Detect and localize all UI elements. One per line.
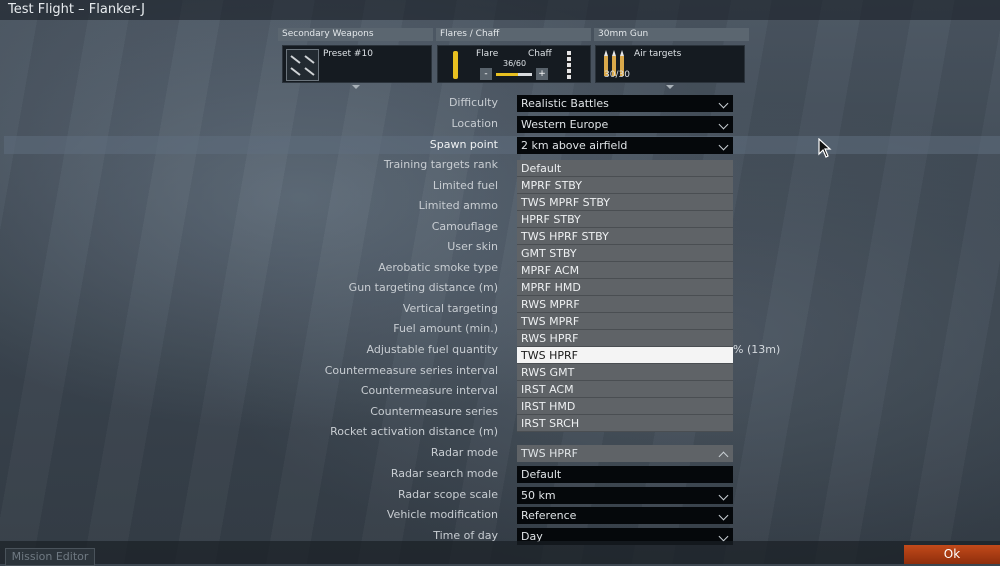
- chaff-label: Chaff: [528, 49, 552, 59]
- user-skin-label: User skin: [447, 240, 498, 253]
- dropdown-option[interactable]: MPRF STBY: [517, 177, 733, 194]
- flare-icon: [453, 51, 458, 79]
- location-value: Western Europe: [521, 118, 609, 131]
- gun-slot[interactable]: Air targets 30/30: [595, 45, 745, 83]
- dropdown-option[interactable]: Default: [517, 160, 733, 177]
- dropdown-option[interactable]: MPRF HMD: [517, 279, 733, 296]
- radar-mode-value: TWS HPRF: [521, 447, 578, 460]
- mission-editor-button[interactable]: Mission Editor: [5, 548, 95, 566]
- chevron-down-icon: [718, 531, 729, 542]
- mouse-cursor-icon: [818, 137, 832, 161]
- dropdown-option[interactable]: TWS HPRF STBY: [517, 228, 733, 245]
- gun-header: 30mm Gun: [594, 28, 749, 41]
- ratio-slider-fill: [496, 73, 518, 76]
- radar-search-mode-value: Default: [521, 468, 562, 481]
- vehicle-modification-label: Vehicle modification: [386, 508, 498, 521]
- dropdown-option[interactable]: RWS HPRF: [517, 330, 733, 347]
- radar-mode-dropdown: Default MPRF STBY TWS MPRF STBY HPRF STBY TW…: [517, 160, 733, 432]
- dropdown-option[interactable]: IRST ACM: [517, 381, 733, 398]
- chevron-down-icon: [718, 510, 729, 521]
- gun-ammo-type: Air targets: [634, 49, 682, 59]
- dropdown-option[interactable]: IRST SRCH: [517, 415, 733, 432]
- secondary-weapons-header: Secondary Weapons: [278, 28, 433, 41]
- difficulty-select[interactable]: Realistic Battles: [517, 95, 733, 112]
- aerobatic-smoke-type-label: Aerobatic smoke type: [378, 261, 498, 274]
- weapon-panels: Secondary Weapons Preset #10 Flares / Ch…: [278, 28, 749, 89]
- difficulty-value: Realistic Battles: [521, 97, 609, 110]
- countermeasure-series-interval-label: Countermeasure series interval: [324, 364, 498, 377]
- missile-icon: [286, 49, 319, 81]
- flare-label: Flare: [476, 49, 499, 59]
- countermeasure-interval-label: Countermeasure interval: [360, 384, 498, 397]
- location-label: Location: [451, 117, 498, 130]
- location-select[interactable]: Western Europe: [517, 116, 733, 133]
- secondary-weapons-slot[interactable]: Preset #10: [282, 45, 432, 83]
- dropdown-option[interactable]: TWS HPRF: [517, 347, 733, 364]
- bottom-bar: [0, 541, 1000, 564]
- radar-scope-scale-label: Radar scope scale: [398, 488, 498, 501]
- radar-mode-select[interactable]: TWS HPRF: [517, 445, 733, 462]
- ratio-slider[interactable]: [496, 73, 532, 76]
- chevron-down-icon: [718, 140, 729, 151]
- countermeasures-slot[interactable]: Flare Chaff 36/60 - +: [437, 45, 591, 83]
- chevron-up-icon: [718, 451, 729, 462]
- chevron-down-icon: [718, 98, 729, 109]
- limited-ammo-label: Limited ammo: [418, 199, 498, 212]
- ok-button[interactable]: Ok: [904, 545, 1000, 564]
- radar-mode-label: Radar mode: [430, 446, 498, 459]
- rocket-activation-distance-label: Rocket activation distance (m): [330, 425, 498, 438]
- chevron-down-icon: [718, 490, 729, 501]
- dropdown-option[interactable]: IRST HMD: [517, 398, 733, 415]
- adjustable-fuel-quantity-label: Adjustable fuel quantity: [366, 343, 498, 356]
- spawn-point-label: Spawn point: [429, 138, 498, 151]
- countermeasures-header: Flares / Chaff: [436, 28, 591, 41]
- gun-ammo-count: 30/30: [604, 70, 630, 80]
- fuel-amount-label: Fuel amount (min.): [393, 322, 498, 335]
- radar-scope-scale-value: 50 km: [521, 489, 556, 502]
- increase-button[interactable]: +: [536, 68, 548, 80]
- preset-name: Preset #10: [323, 49, 373, 59]
- fuel-quantity-value: % (13m): [733, 343, 781, 356]
- spawn-point-value: 2 km above airfield: [521, 139, 628, 152]
- chevron-down-icon[interactable]: [352, 85, 360, 89]
- radar-scope-scale-select[interactable]: 50 km: [517, 487, 733, 504]
- spawn-point-select[interactable]: 2 km above airfield: [517, 137, 733, 154]
- dropdown-option[interactable]: RWS MPRF: [517, 296, 733, 313]
- difficulty-label: Difficulty: [448, 96, 498, 109]
- radar-search-mode-select[interactable]: Default: [517, 466, 733, 483]
- dropdown-option[interactable]: TWS MPRF STBY: [517, 194, 733, 211]
- dropdown-option[interactable]: TWS MPRF: [517, 313, 733, 330]
- dropdown-option[interactable]: MPRF ACM: [517, 262, 733, 279]
- camouflage-label: Camouflage: [431, 220, 498, 233]
- countermeasure-series-label: Countermeasure series: [370, 405, 498, 418]
- chevron-down-icon: [718, 119, 729, 130]
- dropdown-option[interactable]: HPRF STBY: [517, 211, 733, 228]
- vertical-targeting-label: Vertical targeting: [402, 302, 498, 315]
- decrease-button[interactable]: -: [480, 68, 492, 80]
- vehicle-modification-select[interactable]: Reference: [517, 507, 733, 524]
- vehicle-modification-value: Reference: [521, 509, 577, 522]
- title-bar: Test Flight – Flanker-J: [0, 0, 1000, 20]
- window-title: Test Flight – Flanker-J: [8, 2, 145, 17]
- dropdown-option[interactable]: RWS GMT: [517, 364, 733, 381]
- limited-fuel-label: Limited fuel: [432, 179, 498, 192]
- ratio-value: 36/60: [503, 59, 527, 68]
- radar-search-mode-label: Radar search mode: [390, 467, 498, 480]
- gun-targeting-distance-label: Gun targeting distance (m): [348, 281, 498, 294]
- chevron-down-icon[interactable]: [666, 85, 674, 89]
- training-targets-rank-label: Training targets rank: [383, 158, 498, 171]
- dropdown-option[interactable]: GMT STBY: [517, 245, 733, 262]
- chaff-icon: [567, 51, 571, 79]
- spawn-point-row: [4, 136, 1000, 154]
